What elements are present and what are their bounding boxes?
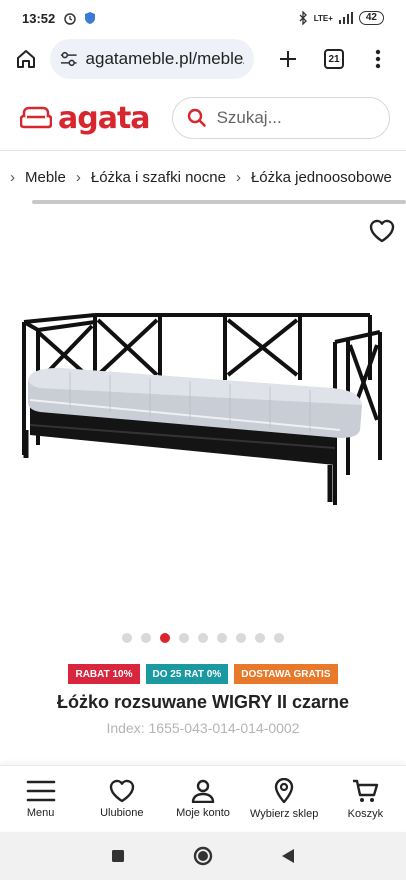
back-icon[interactable] xyxy=(281,848,295,864)
gallery-pagination xyxy=(0,633,406,643)
gallery-dot[interactable] xyxy=(122,633,132,643)
breadcrumb-item-meble[interactable]: Meble xyxy=(25,169,66,186)
breadcrumb-scrollbar[interactable] xyxy=(32,200,406,204)
system-navigation-bar xyxy=(0,832,406,880)
plus-icon xyxy=(280,51,296,67)
menu-icon xyxy=(26,780,55,801)
more-vertical-icon xyxy=(375,49,381,69)
browser-toolbar: agatameble.pl/meble/ 21 xyxy=(0,36,406,82)
gallery-dot[interactable] xyxy=(217,633,227,643)
breadcrumb-item-lozka-jednoosobowe[interactable]: Łóżka jednoosobowe xyxy=(251,169,392,186)
network-type: LTE+ xyxy=(313,13,333,23)
badge-discount: RABAT 10% xyxy=(68,664,140,684)
home-icon xyxy=(17,50,35,68)
search-input[interactable]: Szukaj... xyxy=(171,97,390,139)
nav-cart-label: Koszyk xyxy=(347,807,384,820)
home-circle-icon[interactable] xyxy=(193,846,213,866)
shield-icon xyxy=(85,12,96,24)
breadcrumb-item-lozka-szafki[interactable]: Łóżka i szafki nocne xyxy=(91,169,226,186)
gallery-dot[interactable] xyxy=(255,633,265,643)
product-image[interactable] xyxy=(0,270,406,550)
nav-menu[interactable]: Menu xyxy=(1,779,81,819)
nav-menu-label: Menu xyxy=(26,806,55,819)
nav-store[interactable]: Wybierz sklep xyxy=(244,777,324,820)
bluetooth-icon xyxy=(299,11,307,25)
gallery-dot[interactable] xyxy=(236,633,246,643)
logo-text: agata xyxy=(58,100,151,136)
nav-account[interactable]: Moje konto xyxy=(163,779,243,819)
recents-icon[interactable] xyxy=(111,849,125,863)
site-settings-icon xyxy=(60,51,77,67)
alarm-icon xyxy=(64,13,76,25)
gallery-dot[interactable] xyxy=(274,633,284,643)
nav-favorites-label: Ulubione xyxy=(100,806,144,819)
heart-icon xyxy=(369,219,395,243)
status-bar: 13:52 LTE+ 42 xyxy=(0,0,406,36)
header-divider xyxy=(0,150,406,151)
new-tab-button[interactable] xyxy=(272,43,304,75)
status-time: 13:52 xyxy=(22,10,56,26)
signal-icon xyxy=(338,12,353,24)
gallery-dot[interactable] xyxy=(198,633,208,643)
url-bar[interactable]: agatameble.pl/meble/ xyxy=(50,39,254,79)
nav-store-label: Wybierz sklep xyxy=(249,807,319,820)
location-pin-icon xyxy=(274,777,294,803)
product-badges: RABAT 10% DO 25 RAT 0% DOSTAWA GRATIS xyxy=(0,664,406,684)
search-icon xyxy=(187,108,206,127)
gallery-dot[interactable] xyxy=(141,633,151,643)
nav-favorites[interactable]: Ulubione xyxy=(82,779,162,819)
product-index: Index: 1655-043-014-014-0002 xyxy=(106,720,300,736)
user-icon xyxy=(191,779,215,803)
breadcrumb: › Meble › Łóżka i szafki nocne › Łóżka j… xyxy=(0,162,406,192)
add-to-favorites-button[interactable] xyxy=(368,218,398,246)
battery-indicator: 42 xyxy=(358,11,384,25)
url-text: agatameble.pl/meble/ xyxy=(85,49,244,68)
cart-icon xyxy=(353,779,379,802)
badge-free-delivery: DOSTAWA GRATIS xyxy=(234,664,338,684)
agata-logo[interactable]: agata xyxy=(20,100,151,136)
site-header: agata Szukaj... xyxy=(0,88,406,148)
tabs-button[interactable]: 21 xyxy=(318,43,350,75)
heart-icon xyxy=(109,779,134,802)
tab-count: 21 xyxy=(324,49,344,69)
bottom-navigation: Menu Ulubione Moje konto Wybierz sklep K… xyxy=(0,765,406,831)
badge-installments: DO 25 RAT 0% xyxy=(145,664,229,684)
chevron-right-icon: › xyxy=(10,168,15,186)
nav-cart[interactable]: Koszyk xyxy=(325,778,405,820)
gallery-dot[interactable] xyxy=(160,633,170,643)
browser-menu-button[interactable] xyxy=(362,43,394,75)
chevron-right-icon: › xyxy=(75,168,81,186)
chevron-right-icon: › xyxy=(235,168,241,186)
search-placeholder: Szukaj... xyxy=(216,108,282,127)
home-button[interactable] xyxy=(10,43,42,75)
product-title: Łóżko rozsuwane WIGRY II czarne xyxy=(56,692,350,712)
sofa-logo-icon xyxy=(20,106,52,129)
gallery-dot[interactable] xyxy=(179,633,189,643)
nav-account-label: Moje konto xyxy=(176,806,230,819)
